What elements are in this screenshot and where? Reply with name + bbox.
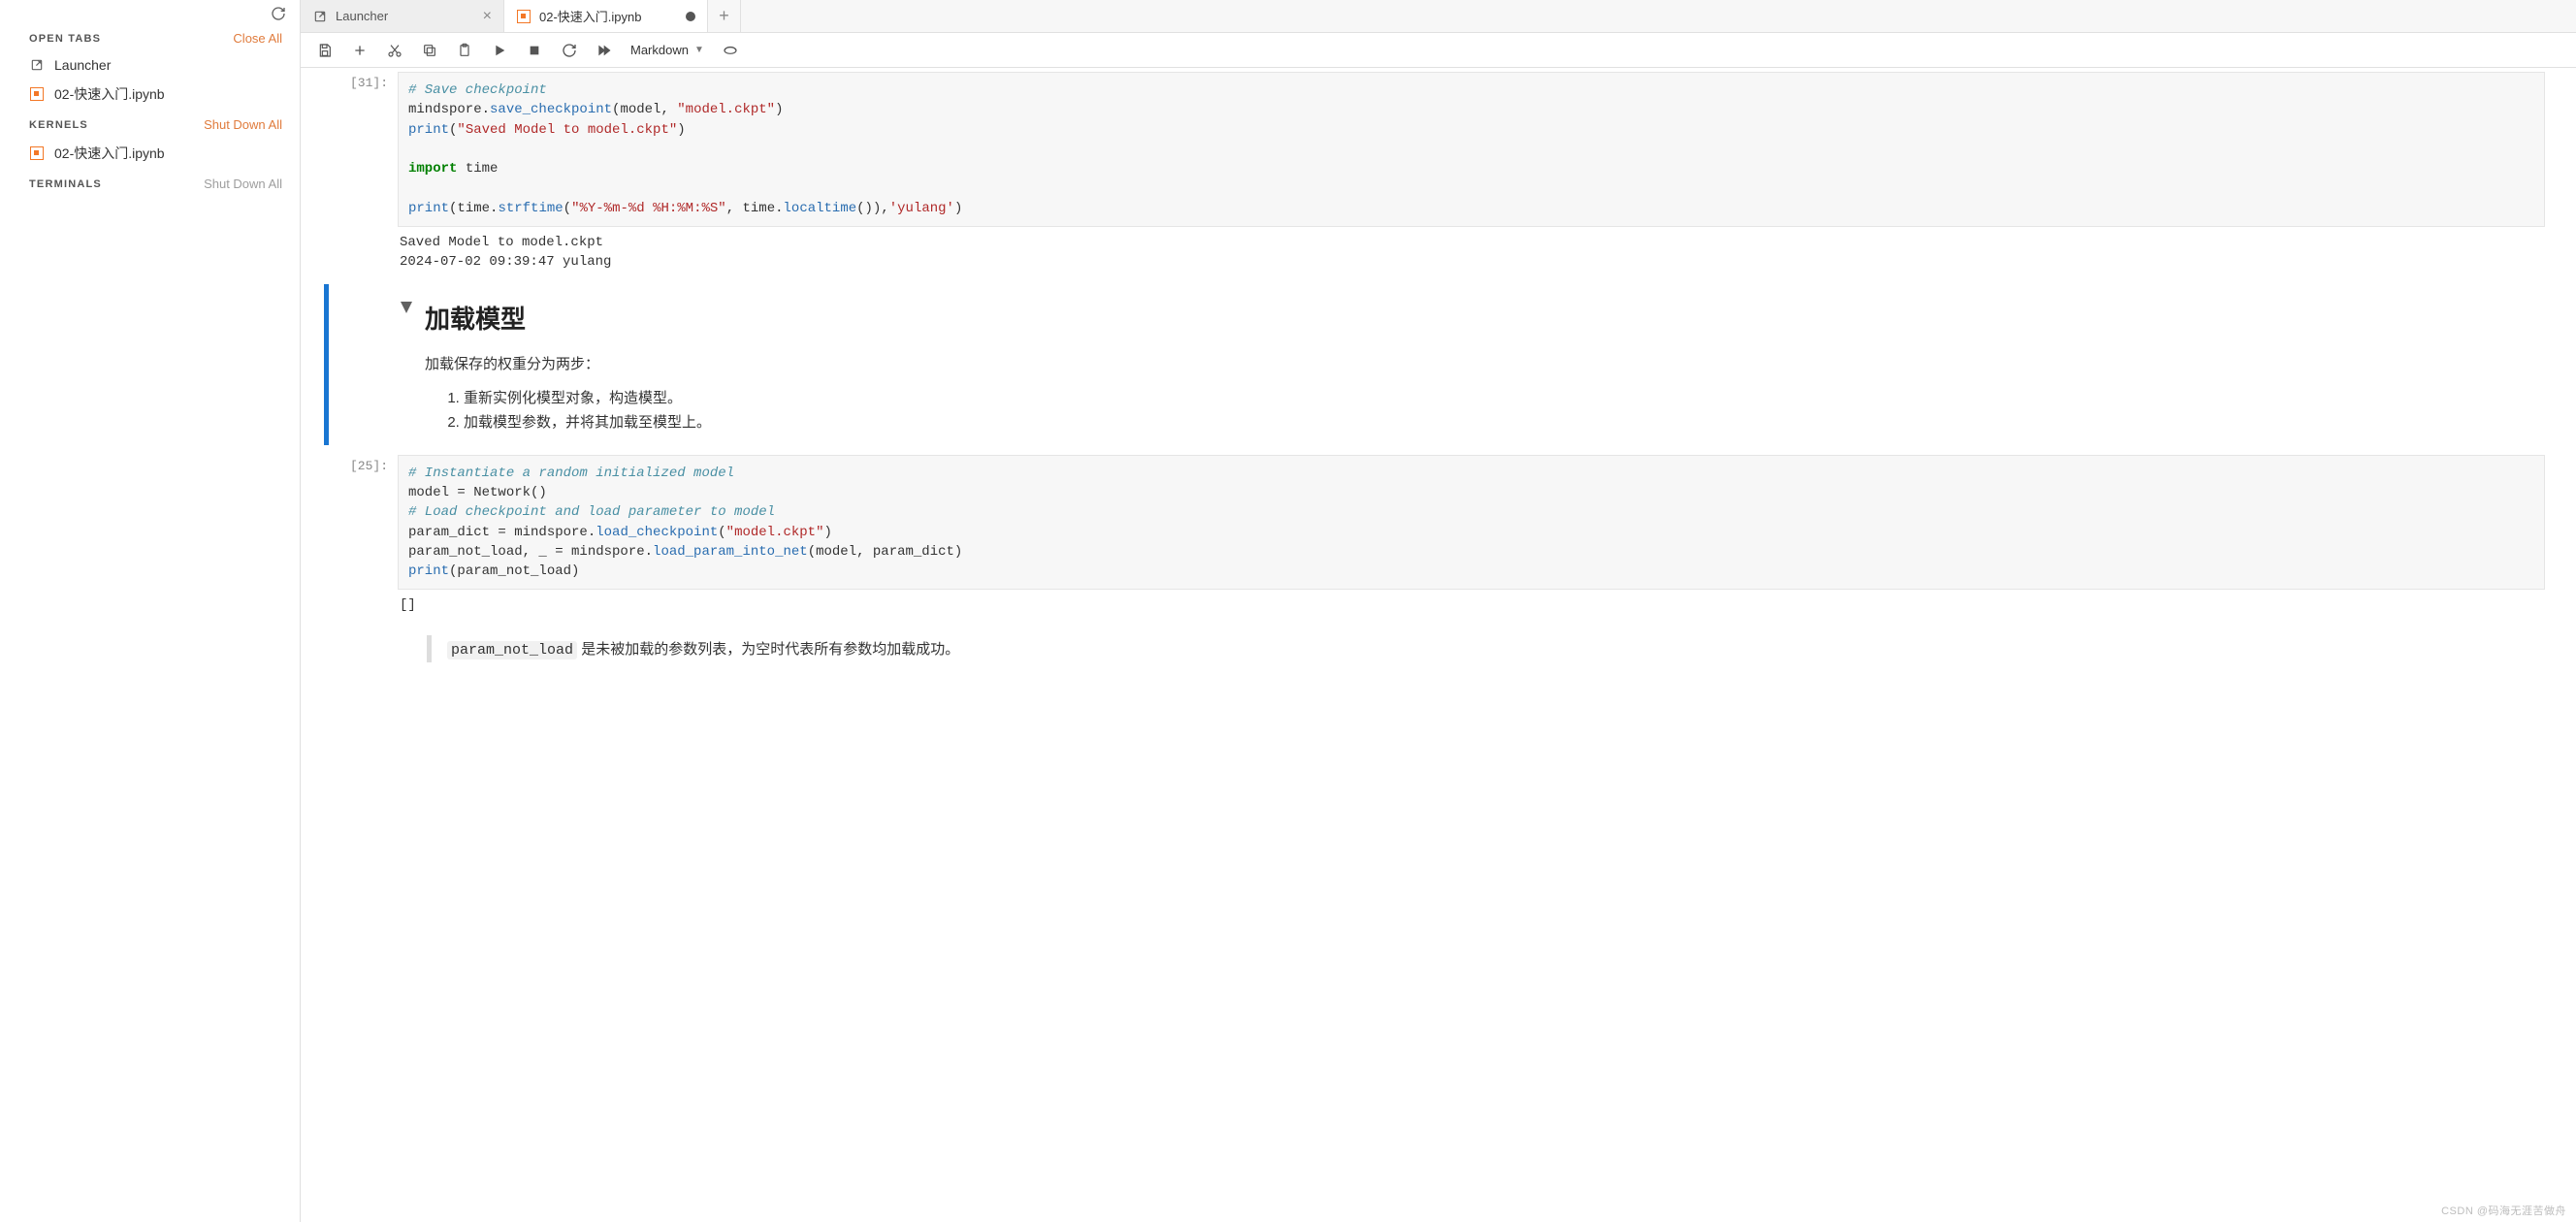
kernels-label: KERNELS (29, 119, 88, 131)
markdown-paragraph: 加载保存的权重分为两步： (425, 353, 2576, 373)
sidebar-item-label: 02-快速入门.ipynb (54, 144, 165, 163)
notebook-icon (29, 145, 45, 161)
sidebar: OPEN TABS Close All Launcher 02-快速入门.ipy… (0, 0, 301, 1222)
refresh-button[interactable] (0, 0, 300, 23)
add-tab-button[interactable]: + (708, 0, 741, 32)
run-all-button[interactable] (596, 42, 613, 59)
code-output: Saved Model to model.ckpt 2024-07-02 09:… (398, 227, 2545, 274)
sidebar-item-notebook[interactable]: 02-快速入门.ipynb (0, 79, 300, 110)
dirty-indicator-icon (686, 12, 695, 21)
markdown-note: param_not_load 是未被加载的参数列表，为空时代表所有参数均加载成功… (427, 635, 2545, 662)
code-cell[interactable]: [31]: # Save checkpoint mindspore.save_c… (301, 68, 2576, 278)
notebook-toolbar: Markdown ▼ (301, 33, 2576, 68)
cut-button[interactable] (386, 42, 403, 59)
code-input[interactable]: # Save checkpoint mindspore.save_checkpo… (398, 72, 2545, 227)
notebook-icon (516, 9, 531, 24)
cell-prompt: [31]: (301, 72, 398, 274)
tab-bar: Launcher × 02-快速入门.ipynb + (301, 0, 2576, 33)
sidebar-item-launcher[interactable]: Launcher (0, 51, 300, 79)
launcher-icon (29, 57, 45, 73)
terminals-header: TERMINALS Shut Down All (0, 169, 300, 197)
tab-notebook[interactable]: 02-快速入门.ipynb (504, 0, 708, 32)
open-tabs-label: OPEN TABS (29, 33, 101, 45)
chevron-down-icon: ▼ (694, 45, 704, 55)
save-button[interactable] (316, 42, 334, 59)
terminals-shut-down-button[interactable]: Shut Down All (204, 177, 282, 191)
sidebar-item-kernel[interactable]: 02-快速入门.ipynb (0, 138, 300, 169)
close-icon[interactable]: × (483, 8, 492, 25)
cell-type-label: Markdown (630, 43, 689, 57)
code-cell[interactable]: [25]: # Instantiate a random initialized… (301, 451, 2576, 666)
markdown-cell[interactable]: 加载模型 加载保存的权重分为两步： 重新实例化模型对象，构造模型。 加载模型参数… (301, 278, 2576, 451)
main-area: Launcher × 02-快速入门.ipynb + (301, 0, 2576, 1222)
notebook-icon (29, 86, 45, 102)
note-text: 是未被加载的参数列表，为空时代表所有参数均加载成功。 (577, 641, 959, 658)
tab-label: 02-快速入门.ipynb (539, 7, 641, 25)
render-button[interactable] (722, 42, 739, 59)
markdown-heading: 加载模型 (425, 300, 2576, 336)
tab-launcher[interactable]: Launcher × (301, 0, 504, 32)
note-code: param_not_load (447, 641, 577, 659)
kernels-header: KERNELS Shut Down All (0, 110, 300, 138)
terminals-label: TERMINALS (29, 178, 102, 190)
code-output: [] (398, 590, 2545, 617)
sidebar-item-label: 02-快速入门.ipynb (54, 84, 165, 104)
notebook-body[interactable]: [31]: # Save checkpoint mindspore.save_c… (301, 68, 2576, 1222)
watermark: CSDN @码海无涯苦做舟 (2441, 1203, 2566, 1218)
stop-button[interactable] (526, 42, 543, 59)
cell-prompt: [25]: (301, 455, 398, 662)
markdown-list-item: 加载模型参数，并将其加载至模型上。 (464, 411, 2576, 432)
launcher-icon (312, 9, 328, 24)
cell-type-select[interactable]: Markdown ▼ (630, 43, 704, 57)
code-input[interactable]: # Instantiate a random initialized model… (398, 455, 2545, 591)
close-all-button[interactable]: Close All (233, 31, 282, 46)
collapse-heading-button[interactable] (398, 282, 415, 447)
blockquote-bar-icon (427, 635, 432, 662)
markdown-list-item: 重新实例化模型对象，构造模型。 (464, 387, 2576, 407)
copy-button[interactable] (421, 42, 438, 59)
tab-label: Launcher (336, 9, 388, 23)
open-tabs-header: OPEN TABS Close All (0, 23, 300, 51)
run-button[interactable] (491, 42, 508, 59)
insert-cell-button[interactable] (351, 42, 369, 59)
shut-down-all-button[interactable]: Shut Down All (204, 117, 282, 132)
sidebar-item-label: Launcher (54, 57, 111, 73)
restart-button[interactable] (561, 42, 578, 59)
paste-button[interactable] (456, 42, 473, 59)
